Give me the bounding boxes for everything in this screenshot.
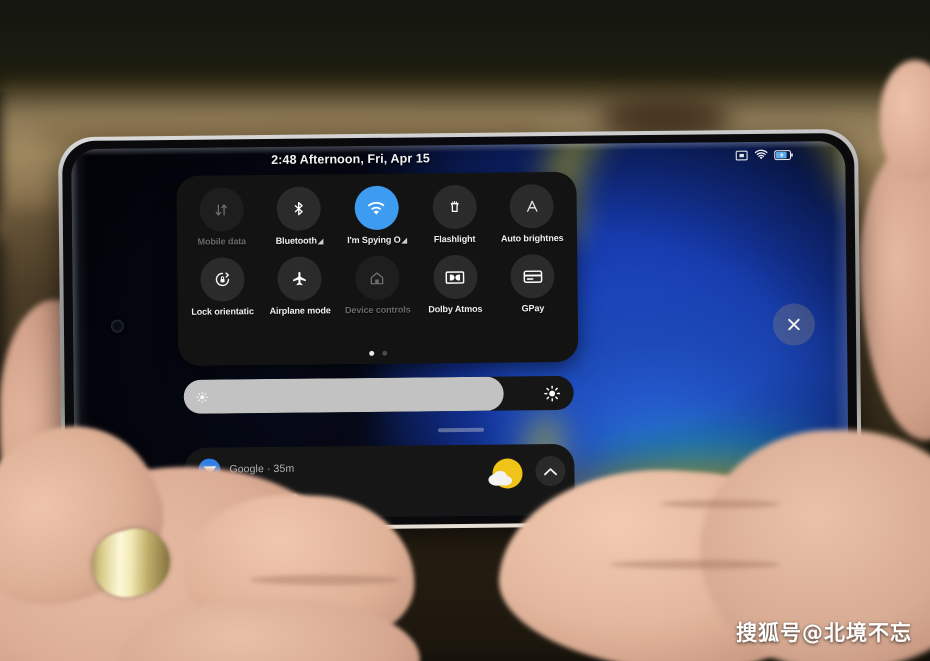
credit-card-icon: [523, 269, 543, 283]
airplane-icon: [293, 271, 307, 286]
front-camera-icon: [110, 319, 125, 333]
qs-tile-label: Dolby Atmos: [428, 303, 483, 315]
quick-settings-row-1: Mobile data Bluetooth◢ I'm Spying O◢ Fla…: [176, 184, 577, 247]
brightness-low-icon: [196, 391, 208, 403]
qs-tile-label: Flashlight: [433, 233, 476, 245]
status-bar-icons: [735, 148, 793, 162]
qs-tile-icon-wrap: [432, 184, 477, 230]
qs-tile-lock-orientation[interactable]: Lock orientatic: [185, 257, 260, 317]
qs-tile-bluetooth[interactable]: Bluetooth◢: [262, 186, 337, 246]
expand-caret-icon[interactable]: ◢: [318, 238, 323, 245]
qs-tile-label: Lock orientatic: [191, 306, 254, 317]
qs-tile-airplane-mode[interactable]: Airplane mode: [263, 256, 338, 316]
qs-tile-label: Bluetooth: [275, 235, 317, 246]
close-button[interactable]: [772, 303, 816, 346]
scene-photo: 2:48 Afternoon, Fri, Apr 15 Mobile data …: [0, 0, 930, 661]
skin-crease: [250, 575, 400, 585]
home-icon: [371, 271, 384, 284]
qs-tile-label: Mobile data: [197, 236, 247, 247]
dolby-icon: [445, 270, 465, 284]
quick-settings-panel[interactable]: Mobile data Bluetooth◢ I'm Spying O◢ Fla…: [176, 171, 579, 366]
qs-tile-label: Airplane mode: [269, 305, 331, 316]
qs-tile-icon-wrap: [509, 184, 555, 229]
qs-tile-icon-wrap: [277, 256, 323, 301]
qs-tile-gpay[interactable]: GPay: [495, 254, 570, 314]
qs-tile-mobile-data[interactable]: Mobile data: [184, 187, 259, 247]
brightness-slider-fill: [183, 376, 504, 414]
close-icon: [788, 318, 800, 331]
status-bar-time: 2:48 Afternoon, Fri, Apr 15: [271, 151, 431, 167]
wifi-icon: [368, 201, 385, 215]
notification-expand-button[interactable]: [535, 455, 566, 487]
qs-tile-wifi[interactable]: I'm Spying O◢: [339, 185, 414, 245]
rotation-lock-icon: [215, 272, 229, 287]
qs-tile-auto-brightness[interactable]: Auto brightnes: [495, 184, 570, 244]
flashlight-icon: [450, 201, 459, 213]
brightness-high-icon: [544, 385, 561, 402]
skin-crease: [660, 500, 780, 508]
page-dot-1[interactable]: [369, 350, 375, 356]
qs-tile-label-wrap: I'm Spying O◢: [347, 235, 407, 246]
background-wall: [0, 0, 930, 92]
qs-tile-icon-wrap: [510, 254, 555, 299]
qs-tile-icon-wrap: [200, 257, 245, 302]
page-dot-2[interactable]: [382, 350, 388, 356]
brightness-slider[interactable]: [183, 375, 574, 414]
bluetooth-icon: [295, 202, 304, 216]
wifi-icon: [754, 149, 768, 160]
mobile-data-icon: [215, 203, 228, 216]
auto-brightness-icon: [526, 200, 538, 212]
page-indicator-dots[interactable]: [178, 349, 578, 358]
qs-tile-icon-wrap: [355, 255, 400, 301]
watermark: 搜狐号@北境不忘: [736, 621, 912, 645]
sun-behind-cloud-icon: [488, 458, 524, 492]
qs-tile-label: GPay: [521, 303, 545, 314]
qs-tile-icon-wrap: [199, 187, 244, 232]
quick-settings-row-2: Lock orientatic Airplane mode Device con…: [177, 254, 578, 317]
phone-screen[interactable]: 2:48 Afternoon, Fri, Apr 15 Mobile data …: [71, 140, 849, 521]
qs-tile-label: I'm Spying O: [347, 234, 401, 246]
qs-tile-device-controls[interactable]: Device controls: [340, 255, 415, 315]
qs-tile-label: Device controls: [344, 304, 411, 316]
qs-tile-icon-wrap: [432, 254, 478, 300]
chevron-up-icon: [543, 467, 558, 475]
qs-tile-label-wrap: Bluetooth◢: [276, 235, 323, 245]
screenshot-icon: [735, 150, 748, 160]
cloud-puff: [488, 470, 513, 486]
qs-tile-dolby-atmos[interactable]: Dolby Atmos: [418, 254, 493, 315]
battery-charging-icon: [774, 149, 793, 160]
qs-tile-flashlight[interactable]: Flashlight: [417, 184, 492, 245]
qs-tile-icon-wrap: [276, 186, 322, 231]
expand-caret-icon[interactable]: ◢: [402, 238, 407, 245]
qs-tile-label: Auto brightnes: [500, 232, 564, 244]
panel-drag-handle[interactable]: [438, 427, 485, 433]
qs-tile-icon-wrap: [354, 185, 399, 231]
skin-crease: [610, 560, 780, 569]
